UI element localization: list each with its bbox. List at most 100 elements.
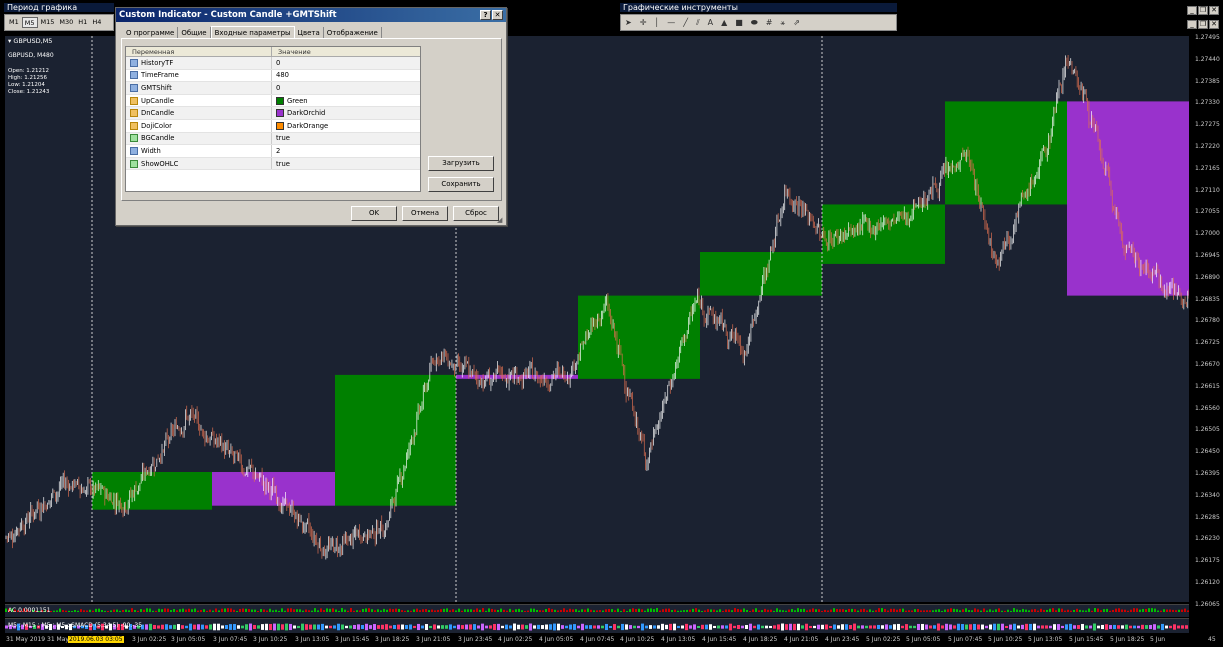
ac-bar — [422, 609, 424, 612]
fibonacci-icon[interactable]: # — [766, 17, 773, 28]
params-grid[interactable]: Переменная Значение HistoryTF 0 TimeFrame 4… — [125, 46, 421, 192]
macd-bar — [673, 623, 676, 631]
param-value-cell[interactable]: 0 — [272, 57, 280, 69]
macd-bar — [897, 623, 900, 631]
macd-bar — [205, 625, 208, 629]
ohlc-line: High: 1.21256 — [8, 75, 47, 81]
param-row[interactable]: DojiColor DarkOrange — [126, 119, 420, 133]
period-m5[interactable]: M5 — [21, 17, 38, 28]
ac-bar — [65, 610, 67, 612]
macd-bar — [569, 624, 572, 630]
macd-bar — [913, 625, 916, 629]
ok-button[interactable]: OK — [351, 206, 397, 221]
restore-icon[interactable]: ❐ — [1198, 6, 1208, 15]
ac-bar — [377, 609, 379, 612]
ellipse-icon[interactable]: ⬬ — [751, 17, 758, 28]
param-name: Width — [141, 146, 161, 155]
dialog-titlebar[interactable]: Custom Indicator - Custom Candle +GMTShi… — [116, 8, 506, 22]
ac-bar — [644, 610, 646, 612]
ac-bar — [980, 610, 982, 612]
minimize-icon[interactable]: _ — [1187, 6, 1197, 15]
ac-bar — [413, 609, 415, 612]
macd-bar — [485, 625, 488, 629]
param-row[interactable]: UpCandle Green — [126, 94, 420, 108]
load-button[interactable]: Загрузить — [428, 156, 494, 171]
macd-bar — [505, 624, 508, 630]
macd-bar — [409, 624, 412, 630]
param-row[interactable]: Width 2 — [126, 145, 420, 158]
cursor-icon[interactable]: ➤ — [625, 17, 632, 28]
macd-bar — [793, 623, 796, 631]
period-m1[interactable]: M1 — [7, 17, 21, 28]
save-button[interactable]: Сохранить — [428, 177, 494, 192]
param-value-cell[interactable]: DarkOrchid — [272, 107, 325, 119]
restore-icon[interactable]: ❐ — [1198, 20, 1208, 29]
param-value-cell[interactable]: 2 — [272, 145, 280, 157]
ac-bar — [785, 610, 787, 612]
param-name-cell: TimeFrame — [126, 69, 272, 82]
ac-bar — [734, 608, 736, 612]
period-h4[interactable]: H4 — [90, 17, 103, 28]
macd-bar — [253, 624, 256, 630]
macd-subwindow[interactable]: M5 ; M15 ; M5 ; M5 ; SMACD (5,34,5) -90.… — [5, 618, 1189, 633]
macd-bar — [1013, 623, 1016, 631]
ac-bar — [83, 610, 85, 612]
macd-bar — [513, 623, 516, 631]
close-icon[interactable]: ✕ — [1209, 6, 1219, 15]
time-axis[interactable]: 31 May 2019 31 May 3 Jun 02:25 3 Jun 05:05 3… — [0, 633, 1223, 647]
resize-grip-icon[interactable]: ◢ — [497, 216, 502, 224]
param-value-cell[interactable]: true — [272, 158, 290, 170]
close-button[interactable]: ✕ — [492, 10, 503, 20]
param-value-cell[interactable]: Green — [272, 95, 308, 107]
ac-subwindow[interactable]: AC 0.0001151 — [5, 604, 1189, 617]
time-tick: 5 Jun 10:25 — [988, 636, 1023, 643]
channel-icon[interactable]: ⫽ — [696, 17, 700, 28]
param-row[interactable]: DnCandle DarkOrchid — [126, 107, 420, 120]
period-h1[interactable]: H1 — [76, 17, 89, 28]
macd-bar — [809, 625, 812, 629]
horizontal-line-icon[interactable]: — — [667, 17, 675, 28]
help-button[interactable]: ? — [480, 10, 491, 20]
rectangle-icon[interactable]: ■ — [735, 17, 743, 28]
ac-bar — [782, 610, 784, 612]
close-icon[interactable]: ✕ — [1209, 20, 1219, 29]
macd-bar — [425, 624, 428, 630]
reset-button[interactable]: Сброс — [453, 206, 499, 221]
ac-bar — [53, 610, 55, 612]
price-tick: 1.26780 — [1195, 317, 1220, 325]
param-value-cell[interactable]: true — [272, 133, 290, 145]
price-axis[interactable]: 1.27495 1.27440 1.27385 1.27330 1.27275 1.272… — [1189, 34, 1223, 647]
param-row[interactable]: ShowOHLC true — [126, 157, 420, 171]
param-value-cell[interactable]: DarkOrange — [272, 120, 328, 132]
price-tick: 1.26670 — [1195, 361, 1220, 368]
ac-bar — [314, 608, 316, 612]
ac-bar — [200, 609, 202, 612]
vertical-line-icon[interactable]: │ — [654, 17, 659, 28]
param-value-cell[interactable]: 480 — [272, 70, 289, 82]
crosshair-icon[interactable]: ✛ — [640, 17, 647, 28]
param-row[interactable]: BGCandle true — [126, 132, 420, 146]
period-m15[interactable]: M15 — [39, 17, 57, 28]
param-row[interactable]: TimeFrame 480 — [126, 69, 420, 83]
param-row[interactable]: HistoryTF 0 — [126, 57, 420, 70]
ac-bar — [653, 609, 655, 612]
trendline-icon[interactable]: ╱ — [683, 17, 688, 28]
ac-bar — [152, 610, 154, 612]
ac-bar — [398, 608, 400, 612]
ac-bar — [104, 610, 106, 612]
ac-bar — [749, 610, 751, 612]
ohlc-line: Close: 1.21243 — [8, 89, 50, 95]
ac-bar — [362, 608, 364, 612]
macd-bar — [1017, 625, 1020, 629]
cancel-button[interactable]: Отмена — [402, 206, 448, 221]
gann-icon[interactable]: ⚹ — [780, 17, 785, 28]
ac-bar — [1088, 608, 1090, 612]
macd-bar — [433, 624, 436, 630]
arrow-tool-icon[interactable]: ⇗ — [793, 17, 800, 28]
param-row[interactable]: GMTShift 0 — [126, 82, 420, 95]
param-value-cell[interactable]: 0 — [272, 82, 280, 94]
triangle-icon[interactable]: ▲ — [721, 17, 727, 28]
minimize-icon[interactable]: _ — [1187, 20, 1197, 29]
text-icon[interactable]: A — [708, 17, 713, 28]
period-m30[interactable]: M30 — [57, 17, 75, 28]
